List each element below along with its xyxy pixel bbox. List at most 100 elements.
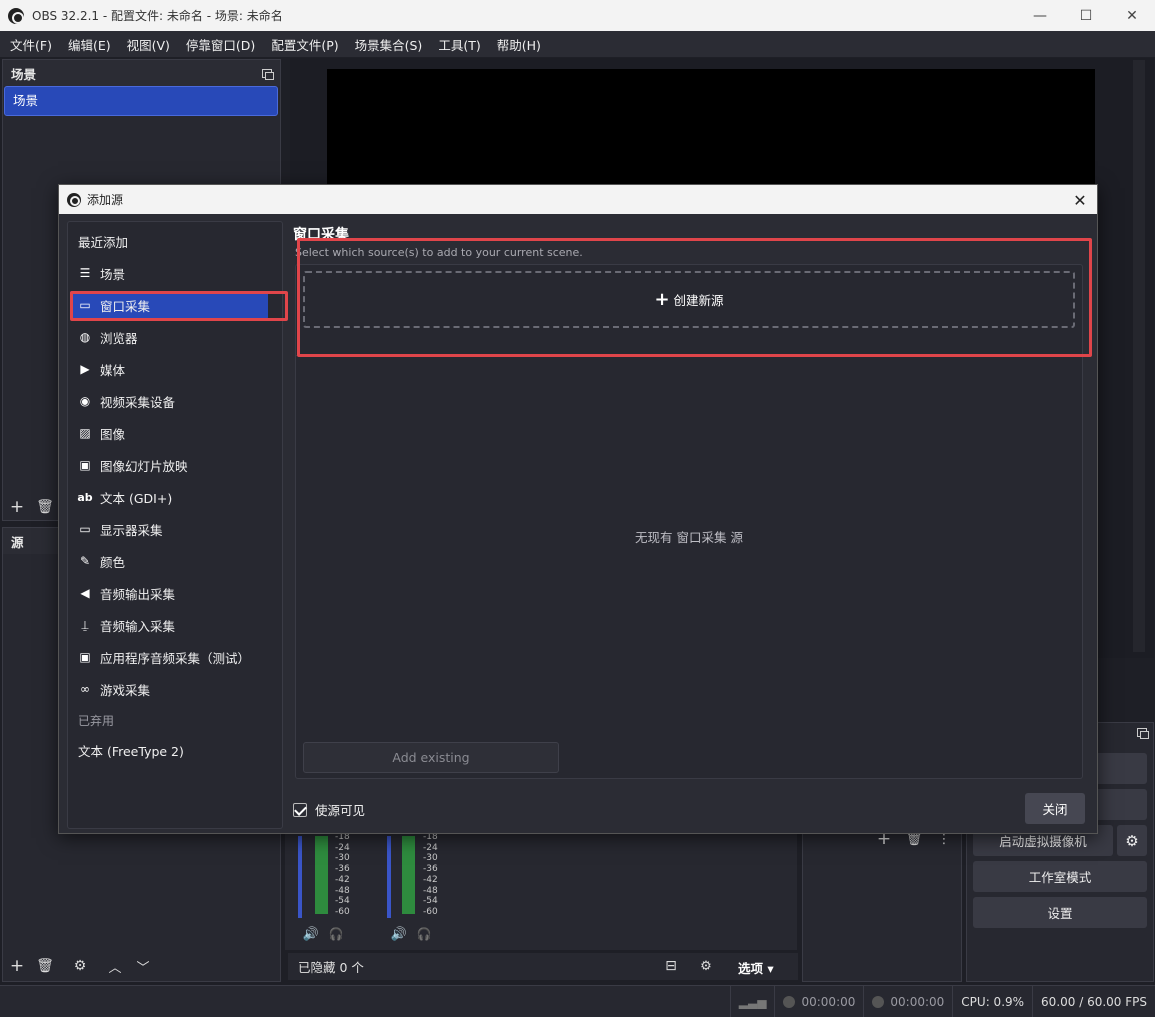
caret-down-icon: ▾: [767, 961, 774, 976]
close-window-button[interactable]: ✕: [1109, 0, 1155, 31]
menu-view[interactable]: 视图(V): [119, 35, 178, 54]
add-existing-button[interactable]: Add existing: [303, 742, 559, 773]
studio-mode-button[interactable]: 工作室模式: [973, 861, 1147, 892]
layout-icon[interactable]: ⊟: [660, 955, 682, 977]
deprecated-header: 已弃用: [78, 713, 115, 728]
sources-dock-title: 源: [11, 534, 24, 550]
source-type-media[interactable]: ▶ 媒体: [78, 355, 125, 383]
dialog-title: 添加源: [87, 193, 124, 207]
monitor-icon: ▭: [79, 522, 91, 536]
source-properties-gear-icon[interactable]: ⚙: [69, 955, 91, 977]
source-type-color[interactable]: ✎ 颜色: [78, 547, 125, 575]
transitions-dock: [802, 832, 962, 982]
scenes-dock-header: 场景: [3, 60, 280, 86]
highlight-selected-type: [70, 291, 288, 321]
dialog-close-button[interactable]: 关闭: [1025, 793, 1085, 824]
preview-scrollbar[interactable]: [1133, 60, 1145, 652]
undock-icon[interactable]: [262, 68, 274, 80]
source-type-scene[interactable]: ☰ 场景: [78, 259, 125, 287]
add-source-dialog: 添加源 ✕ 最近添加 ☰ 场景 ▭ 窗口采集 ◍ 浏览器 ▶ 媒体 ◉ 视频采集设备 ▨ 图…: [58, 184, 1098, 834]
virtual-camera-gear-icon[interactable]: ⚙: [1117, 825, 1147, 856]
menu-help[interactable]: 帮助(H): [489, 35, 549, 54]
menu-scene-collection[interactable]: 场景集合(S): [347, 35, 431, 54]
options-menu[interactable]: 选项 ▾: [738, 958, 774, 977]
globe-icon: ◍: [79, 330, 91, 344]
meter-1-scale: -18 -24 -30 -36 -42 -48 -54 -60: [335, 832, 350, 917]
menu-profile[interactable]: 配置文件(P): [263, 35, 346, 54]
source-type-app-audio[interactable]: ▣ 应用程序音频采集（测试）: [78, 643, 250, 671]
audio-meter-2-bar: [402, 836, 415, 914]
audio-meter-1-bar: [315, 836, 328, 914]
signal-icon: ▂▃▅: [738, 994, 767, 1009]
window-title: OBS 32.2.1 - 配置文件: 未命名 - 场景: 未命名: [32, 9, 283, 23]
no-existing-sources-note: 无现有 窗口采集 源: [635, 530, 743, 545]
menu-docks[interactable]: 停靠窗口(D): [178, 35, 263, 54]
maximize-button[interactable]: ☐: [1063, 0, 1109, 31]
minimize-button[interactable]: —: [1017, 0, 1063, 31]
list-icon: ☰: [79, 266, 91, 280]
fps-counter: 60.00 / 60.00 FPS: [1032, 985, 1155, 1017]
camera-icon: ◉: [79, 394, 91, 408]
play-icon: ▶: [80, 362, 90, 376]
remove-scene-button[interactable]: 🗑: [34, 496, 56, 518]
highlight-create-new: [297, 238, 1092, 357]
source-type-text-gdi[interactable]: ab 文本 (GDI+): [77, 483, 172, 511]
move-down-chevron-icon[interactable]: ﹀: [132, 955, 154, 977]
recent-header: 最近添加: [78, 234, 129, 250]
audio-meter-2-level: [387, 836, 391, 918]
audio-meter-1-level: [298, 836, 302, 918]
mute-speaker-icon[interactable]: 🔊: [388, 923, 410, 945]
source-type-image[interactable]: ▨ 图像: [78, 419, 125, 447]
source-type-display-capture[interactable]: ▭ 显示器采集: [78, 515, 162, 543]
source-type-text-freetype[interactable]: 文本 (FreeType 2): [78, 736, 184, 764]
source-type-audio-input[interactable]: ⍊ 音频输入采集: [78, 611, 175, 639]
meter-2-scale: -18 -24 -30 -36 -42 -48 -54 -60: [423, 832, 438, 917]
add-scene-button[interactable]: +: [6, 496, 28, 518]
stream-indicator-icon: [783, 995, 796, 1008]
monitor-headphones-icon[interactable]: 🎧: [413, 923, 435, 945]
obs-logo-icon: [8, 7, 24, 24]
mute-speaker-icon[interactable]: 🔊: [300, 923, 322, 945]
obs-logo-icon: [67, 192, 81, 207]
menu-file[interactable]: 文件(F): [2, 35, 60, 54]
remove-source-button[interactable]: 🗑: [34, 955, 56, 977]
menu-bar: 文件(F) 编辑(E) 视图(V) 停靠窗口(D) 配置文件(P) 场景集合(S…: [0, 31, 1155, 57]
make-source-visible-checkbox[interactable]: 使源可见: [293, 800, 365, 819]
record-status: 00:00:00: [863, 985, 952, 1017]
source-type-video-capture[interactable]: ◉ 视频采集设备: [78, 387, 175, 415]
dialog-title-bar: 添加源: [59, 185, 1097, 214]
gamepad-icon: ∞: [80, 682, 90, 696]
source-type-game-capture[interactable]: ∞ 游戏采集: [78, 675, 150, 703]
menu-tools[interactable]: 工具(T): [430, 35, 488, 54]
network-signal: ▂▃▅: [729, 985, 775, 1017]
add-source-button[interactable]: +: [6, 955, 28, 977]
menu-edit[interactable]: 编辑(E): [60, 35, 119, 54]
source-type-audio-output[interactable]: ◀ 音频输出采集: [78, 579, 175, 607]
image-icon: ▨: [79, 426, 91, 440]
advanced-gear-icon[interactable]: ⚙: [695, 955, 717, 977]
app-audio-icon: ▣: [79, 650, 91, 664]
source-type-browser[interactable]: ◍ 浏览器: [78, 323, 138, 351]
text-icon: ab: [77, 490, 93, 504]
checkbox-checked-icon[interactable]: [293, 802, 307, 817]
scenes-dock-title: 场景: [11, 66, 37, 82]
scene-list-item[interactable]: 场景: [4, 86, 278, 116]
settings-button[interactable]: 设置: [973, 897, 1147, 928]
brush-icon: ✎: [79, 554, 91, 568]
slideshow-icon: ▣: [79, 458, 91, 472]
hidden-count: 已隐藏 0 个: [298, 960, 364, 975]
speaker-icon: ◀: [80, 586, 90, 600]
title-bar: OBS 32.2.1 - 配置文件: 未命名 - 场景: 未命名 — ☐ ✕: [0, 0, 1155, 31]
stream-status: 00:00:00: [774, 985, 863, 1017]
mic-icon: ⍊: [81, 617, 89, 632]
record-indicator-icon: [872, 995, 885, 1008]
status-bar: ▂▃▅ 00:00:00 00:00:00 CPU: 0.9% 60.00 / …: [0, 985, 1155, 1017]
undock-icon[interactable]: [1137, 728, 1149, 739]
move-up-chevron-icon[interactable]: ︿: [104, 955, 126, 977]
window-controls: — ☐ ✕: [1017, 0, 1155, 31]
source-type-slideshow[interactable]: ▣ 图像幻灯片放映: [78, 451, 187, 479]
cpu-usage: CPU: 0.9%: [952, 985, 1032, 1017]
sources-bottom-bar: 已隐藏 0 个: [288, 953, 798, 980]
monitor-headphones-icon[interactable]: 🎧: [325, 923, 347, 945]
dialog-close-icon[interactable]: ✕: [1069, 189, 1091, 211]
